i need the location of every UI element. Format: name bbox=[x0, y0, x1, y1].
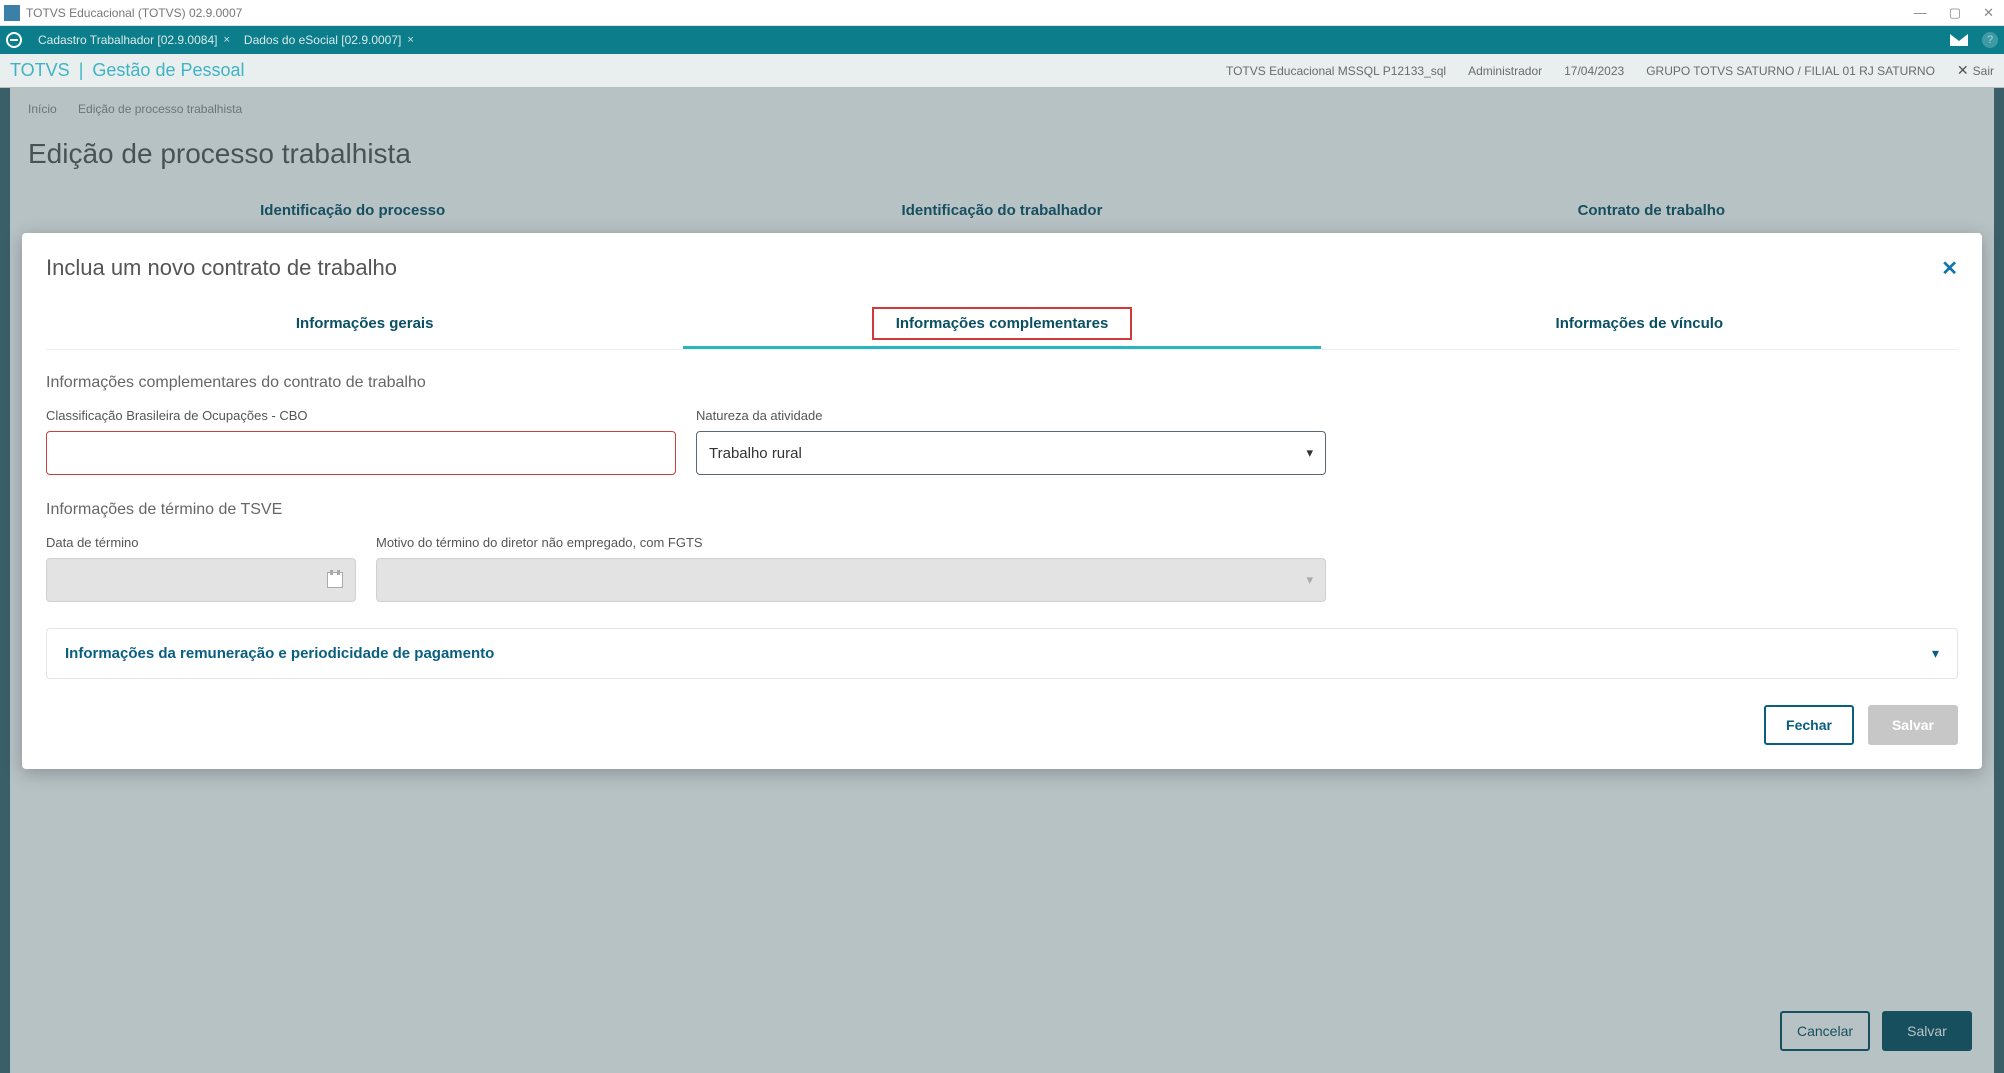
modal-title: Inclua um novo contrato de trabalho bbox=[46, 255, 397, 281]
modal-tab-label: Informações gerais bbox=[296, 315, 434, 332]
natureza-select[interactable]: Trabalho rural ▾ bbox=[696, 431, 1326, 475]
help-icon[interactable]: ? bbox=[1982, 32, 1998, 48]
cbo-label: Classificação Brasileira de Ocupações - … bbox=[46, 408, 676, 423]
modal-tab-label: Informações de vínculo bbox=[1556, 315, 1724, 332]
modal-close-button[interactable]: Fechar bbox=[1764, 705, 1854, 745]
exit-link[interactable]: ✕ Sair bbox=[1957, 62, 1994, 79]
maximize-icon[interactable]: ▢ bbox=[1949, 5, 1961, 21]
mail-icon[interactable] bbox=[1950, 34, 1968, 46]
motivo-label: Motivo do término do diretor não emprega… bbox=[376, 535, 1326, 550]
brand-header: TOTVS | Gestão de Pessoal TOTVS Educacio… bbox=[0, 54, 2004, 88]
section-heading-1: Informações complementares do contrato d… bbox=[46, 374, 1958, 392]
header-user: Administrador bbox=[1468, 64, 1542, 78]
close-tab-icon[interactable]: × bbox=[407, 34, 413, 46]
window-title: TOTVS Educacional (TOTVS) 02.9.0007 bbox=[26, 6, 1914, 20]
accordion-title: Informações da remuneração e periodicida… bbox=[65, 645, 494, 662]
accordion-remuneracao[interactable]: Informações da remuneração e periodicida… bbox=[46, 628, 1958, 679]
header-org: GRUPO TOTVS SATURNO / FILIAL 01 RJ SATUR… bbox=[1646, 64, 1935, 78]
modal-close-button-label: Fechar bbox=[1786, 717, 1832, 733]
motivo-select: ▾ bbox=[376, 558, 1326, 602]
modal-close-icon[interactable]: ✕ bbox=[1941, 256, 1958, 281]
natureza-label: Natureza da atividade bbox=[696, 408, 1326, 423]
calendar-icon bbox=[327, 572, 343, 588]
app-tabbar: Cadastro Trabalhador [02.9.0084] × Dados… bbox=[0, 26, 2004, 54]
section-heading-2: Informações de término de TSVE bbox=[46, 501, 1958, 519]
data-termino-input bbox=[46, 558, 356, 602]
app-tab-label: Dados do eSocial [02.9.0007] bbox=[244, 33, 401, 47]
chevron-down-icon: ▾ bbox=[1932, 645, 1939, 662]
exit-icon: ✕ bbox=[1957, 62, 1969, 79]
brand-prefix: TOTVS bbox=[10, 60, 70, 80]
chevron-down-icon: ▾ bbox=[1306, 572, 1313, 588]
window-titlebar: TOTVS Educacional (TOTVS) 02.9.0007 — ▢ … bbox=[0, 0, 2004, 26]
modal-contrato: Inclua um novo contrato de trabalho ✕ In… bbox=[22, 233, 1982, 769]
modal-tabs: Informações gerais Informações complemen… bbox=[46, 301, 1958, 350]
app-logo-icon bbox=[4, 5, 20, 21]
modal-tab-label: Informações complementares bbox=[896, 315, 1109, 332]
data-termino-label: Data de término bbox=[46, 535, 356, 550]
modal-actions: Fechar Salvar bbox=[46, 705, 1958, 745]
cbo-input[interactable] bbox=[46, 431, 676, 475]
minimize-icon[interactable]: — bbox=[1914, 5, 1927, 21]
close-tab-icon[interactable]: × bbox=[223, 34, 229, 46]
brand-separator: | bbox=[79, 60, 84, 80]
exit-label: Sair bbox=[1973, 64, 1994, 78]
header-env: TOTVS Educacional MSSQL P12133_sql bbox=[1226, 64, 1446, 78]
chevron-down-icon: ▾ bbox=[1306, 445, 1313, 461]
modal-tab-complementares[interactable]: Informações complementares bbox=[683, 301, 1320, 349]
app-tab-label: Cadastro Trabalhador [02.9.0084] bbox=[38, 33, 217, 47]
back-circle-icon[interactable] bbox=[6, 32, 22, 48]
modal-save-button-label: Salvar bbox=[1892, 717, 1934, 733]
app-tab-cadastro[interactable]: Cadastro Trabalhador [02.9.0084] × bbox=[32, 29, 236, 51]
app-tab-esocial[interactable]: Dados do eSocial [02.9.0007] × bbox=[238, 29, 420, 51]
modal-tab-vinculo[interactable]: Informações de vínculo bbox=[1321, 301, 1958, 349]
brand-suffix: Gestão de Pessoal bbox=[92, 60, 244, 80]
natureza-select-value: Trabalho rural bbox=[709, 445, 802, 462]
header-date: 17/04/2023 bbox=[1564, 64, 1624, 78]
close-window-icon[interactable]: ✕ bbox=[1983, 5, 1994, 21]
modal-tab-gerais[interactable]: Informações gerais bbox=[46, 301, 683, 349]
main-area: Início Edição de processo trabalhista Ed… bbox=[0, 88, 2004, 1073]
modal-save-button[interactable]: Salvar bbox=[1868, 705, 1958, 745]
